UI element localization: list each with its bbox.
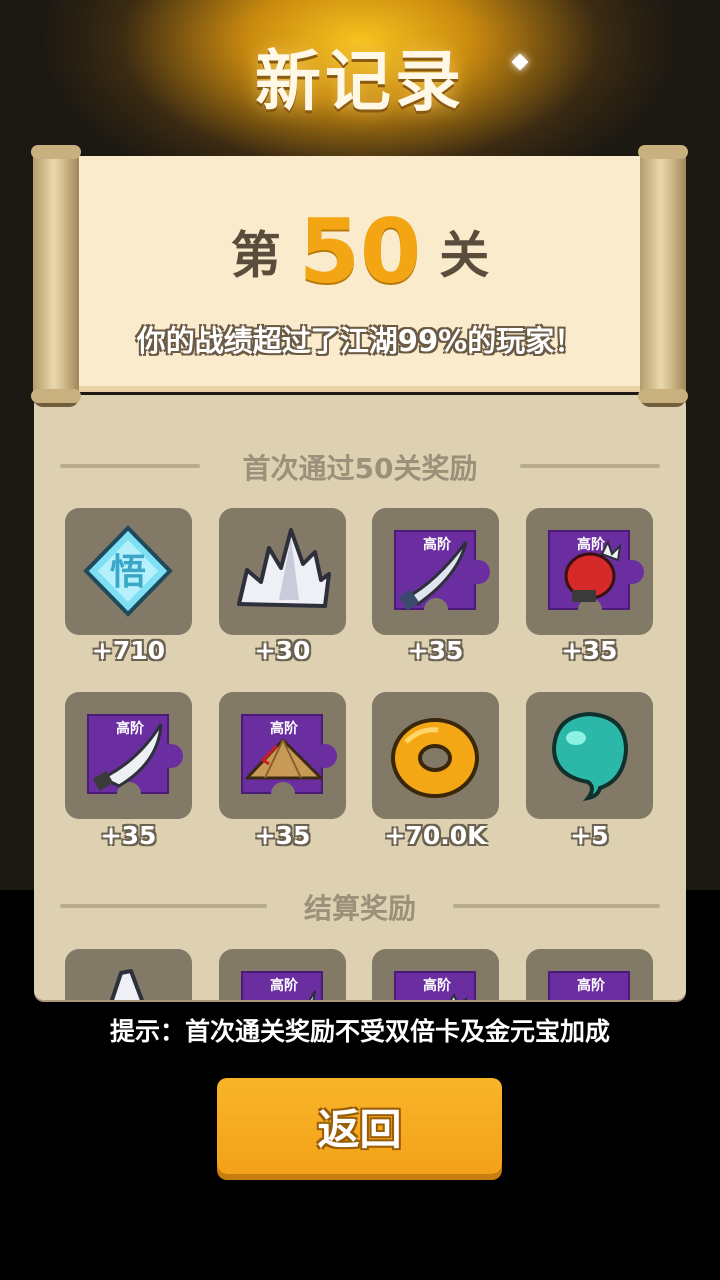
- broadsword-fragment-icon: 高阶: [548, 971, 630, 1000]
- level-prefix: 第: [230, 226, 281, 285]
- reward-count: +30: [254, 636, 311, 665]
- reward-slot[interactable]: 高阶: [219, 692, 346, 819]
- enlightenment-crystal-icon: 悟: [83, 525, 173, 617]
- reward-panel[interactable]: 首次通过50关奖励 悟 +710 +30 高阶 +35 高阶 +35 高阶 +3…: [34, 395, 686, 1000]
- reward-slot[interactable]: 高阶: [526, 949, 653, 1000]
- reward-slot[interactable]: [219, 508, 346, 635]
- reward-slot[interactable]: [65, 949, 192, 1000]
- reward-slot[interactable]: 高阶: [372, 949, 499, 1000]
- silver-crystal-icon: [237, 528, 331, 608]
- new-record-title: 新记录: [255, 43, 465, 120]
- level-number: 50: [298, 200, 422, 303]
- red-gauntlet-fragment-icon: 高阶: [548, 530, 644, 622]
- reward-count: +35: [254, 821, 311, 850]
- level-display: 第 50 关: [78, 200, 642, 303]
- reward-count: +35: [100, 821, 157, 850]
- reward-count: +710: [91, 636, 166, 665]
- reward-count: +35: [407, 636, 464, 665]
- reward-count: +70.0K: [384, 821, 487, 850]
- reward-count: +35: [561, 636, 618, 665]
- scroll-roller-left: [31, 145, 81, 403]
- jade-bead-icon: [551, 711, 629, 802]
- settlement-heading: 结算奖励: [303, 892, 416, 925]
- reward-count: +5: [570, 821, 609, 850]
- broadsword-fragment-icon: 高阶: [87, 714, 183, 806]
- reward-slot[interactable]: 高阶: [372, 508, 499, 635]
- reward-slot[interactable]: [372, 692, 499, 819]
- saber-fragment-icon: 高阶: [394, 530, 490, 622]
- red-gauntlet-fragment-icon: 高阶: [394, 971, 476, 1000]
- reward-slot[interactable]: 高阶: [65, 692, 192, 819]
- ranking-description: 你的战绩超过了江湖99%的玩家！: [136, 324, 584, 358]
- saber-fragment-icon: 高阶: [241, 971, 323, 1000]
- reward-slot[interactable]: 高阶: [219, 949, 346, 1000]
- bamboo-hat-fragment-icon: 高阶: [241, 714, 337, 806]
- hint-text: 提示：首次通关奖励不受双倍卡及金元宝加成: [109, 1017, 610, 1046]
- silver-crystal-icon: [109, 969, 145, 1000]
- gold-coin-icon: [391, 718, 479, 798]
- first-clear-heading: 首次通过50关奖励: [242, 452, 478, 485]
- reward-slot[interactable]: [526, 692, 653, 819]
- reward-slot[interactable]: 高阶: [526, 508, 653, 635]
- settlement-header: 结算奖励: [60, 885, 660, 925]
- reward-slot[interactable]: 悟: [65, 508, 192, 635]
- level-suffix: 关: [439, 226, 490, 285]
- back-button[interactable]: 返回: [217, 1078, 502, 1174]
- first-clear-header: 首次通过50关奖励: [60, 445, 660, 485]
- scroll-roller-right: [638, 145, 688, 403]
- svg-text:悟: 悟: [110, 552, 146, 593]
